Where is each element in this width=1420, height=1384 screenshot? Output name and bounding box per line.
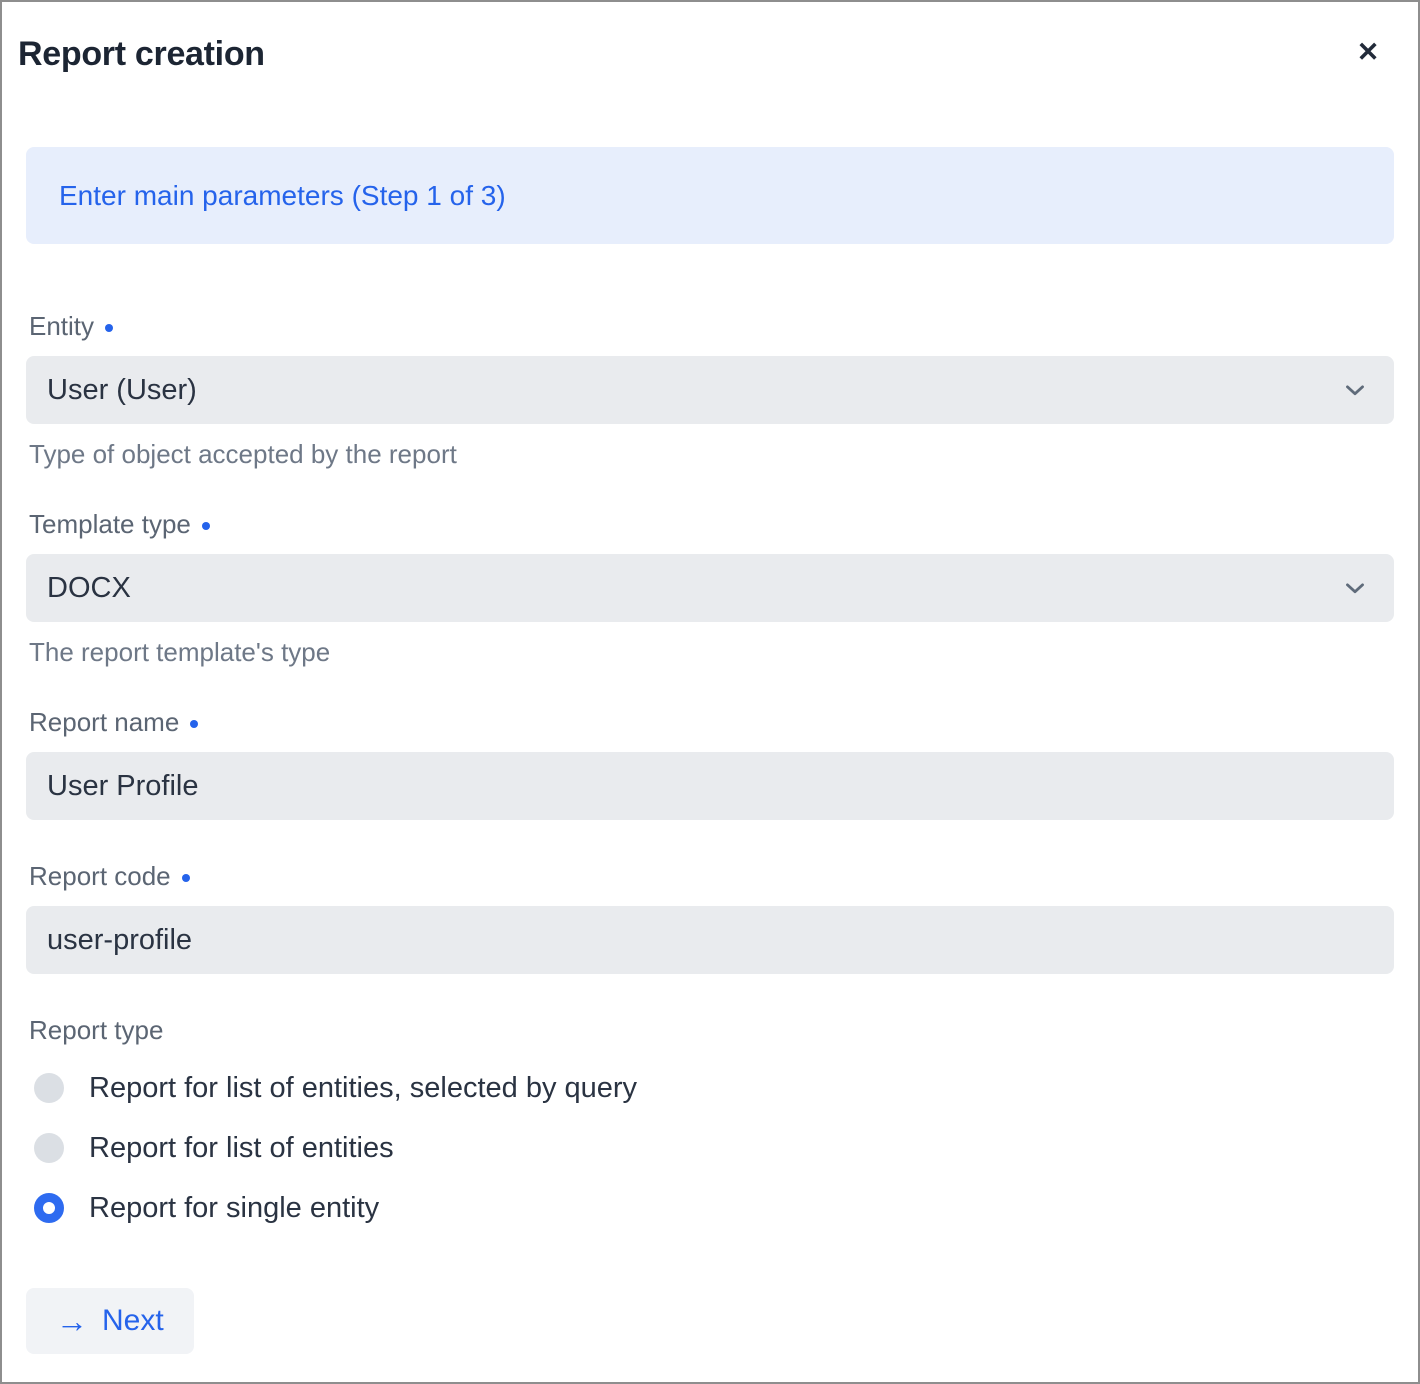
required-dot	[182, 874, 190, 882]
chevron-down-icon	[1340, 573, 1370, 603]
template-type-label-text: Template type	[29, 510, 191, 538]
radio-option-single-entity[interactable]: Report for single entity	[26, 1178, 1394, 1238]
radio-button[interactable]	[34, 1073, 64, 1103]
close-icon[interactable]: ✕	[1348, 32, 1388, 72]
radio-option-label: Report for single entity	[89, 1192, 379, 1225]
report-type-group: Report type Report for list of entities,…	[26, 1016, 1394, 1238]
report-code-input-value: user-profile	[47, 924, 1370, 957]
entity-label: Entity	[29, 312, 1394, 340]
entity-help-text: Type of object accepted by the report	[29, 441, 1394, 467]
template-type-select[interactable]: DOCX	[26, 554, 1394, 622]
entity-field-group: Entity User (User) Type of object accept…	[26, 312, 1394, 467]
arrow-right-icon: →	[56, 1305, 88, 1337]
radio-option-list-by-query[interactable]: Report for list of entities, selected by…	[26, 1058, 1394, 1118]
entity-select-value: User (User)	[47, 374, 1340, 407]
radio-button[interactable]	[34, 1193, 64, 1223]
radio-option-list[interactable]: Report for list of entities	[26, 1118, 1394, 1178]
required-dot	[202, 522, 210, 530]
report-code-label: Report code	[29, 862, 1394, 890]
next-button-label: Next	[102, 1304, 164, 1338]
report-name-input-value: User Profile	[47, 770, 1370, 803]
entity-label-text: Entity	[29, 312, 94, 340]
radio-option-label: Report for list of entities, selected by…	[89, 1072, 637, 1105]
report-type-options: Report for list of entities, selected by…	[26, 1058, 1394, 1238]
report-name-input[interactable]: User Profile	[26, 752, 1394, 820]
template-type-help-text: The report template's type	[29, 639, 1394, 665]
template-type-select-value: DOCX	[47, 572, 1340, 605]
report-code-label-text: Report code	[29, 862, 171, 890]
report-name-label: Report name	[29, 708, 1394, 736]
chevron-down-icon	[1340, 375, 1370, 405]
template-type-label: Template type	[29, 510, 1394, 538]
step-banner: Enter main parameters (Step 1 of 3)	[26, 147, 1394, 244]
radio-option-label: Report for list of entities	[89, 1132, 394, 1165]
report-code-field-group: Report code user-profile	[26, 862, 1394, 974]
radio-button[interactable]	[34, 1133, 64, 1163]
step-banner-text: Enter main parameters (Step 1 of 3)	[59, 180, 506, 212]
template-type-field-group: Template type DOCX The report template's…	[26, 510, 1394, 665]
report-name-field-group: Report name User Profile	[26, 708, 1394, 820]
required-dot	[105, 324, 113, 332]
required-dot	[190, 720, 198, 728]
report-type-label: Report type	[29, 1016, 1394, 1044]
page-title: Report creation	[18, 32, 1418, 76]
report-code-input[interactable]: user-profile	[26, 906, 1394, 974]
report-creation-modal: Report creation ✕ Enter main parameters …	[0, 0, 1420, 1384]
report-name-label-text: Report name	[29, 708, 179, 736]
next-button[interactable]: → Next	[26, 1288, 194, 1354]
entity-select[interactable]: User (User)	[26, 356, 1394, 424]
